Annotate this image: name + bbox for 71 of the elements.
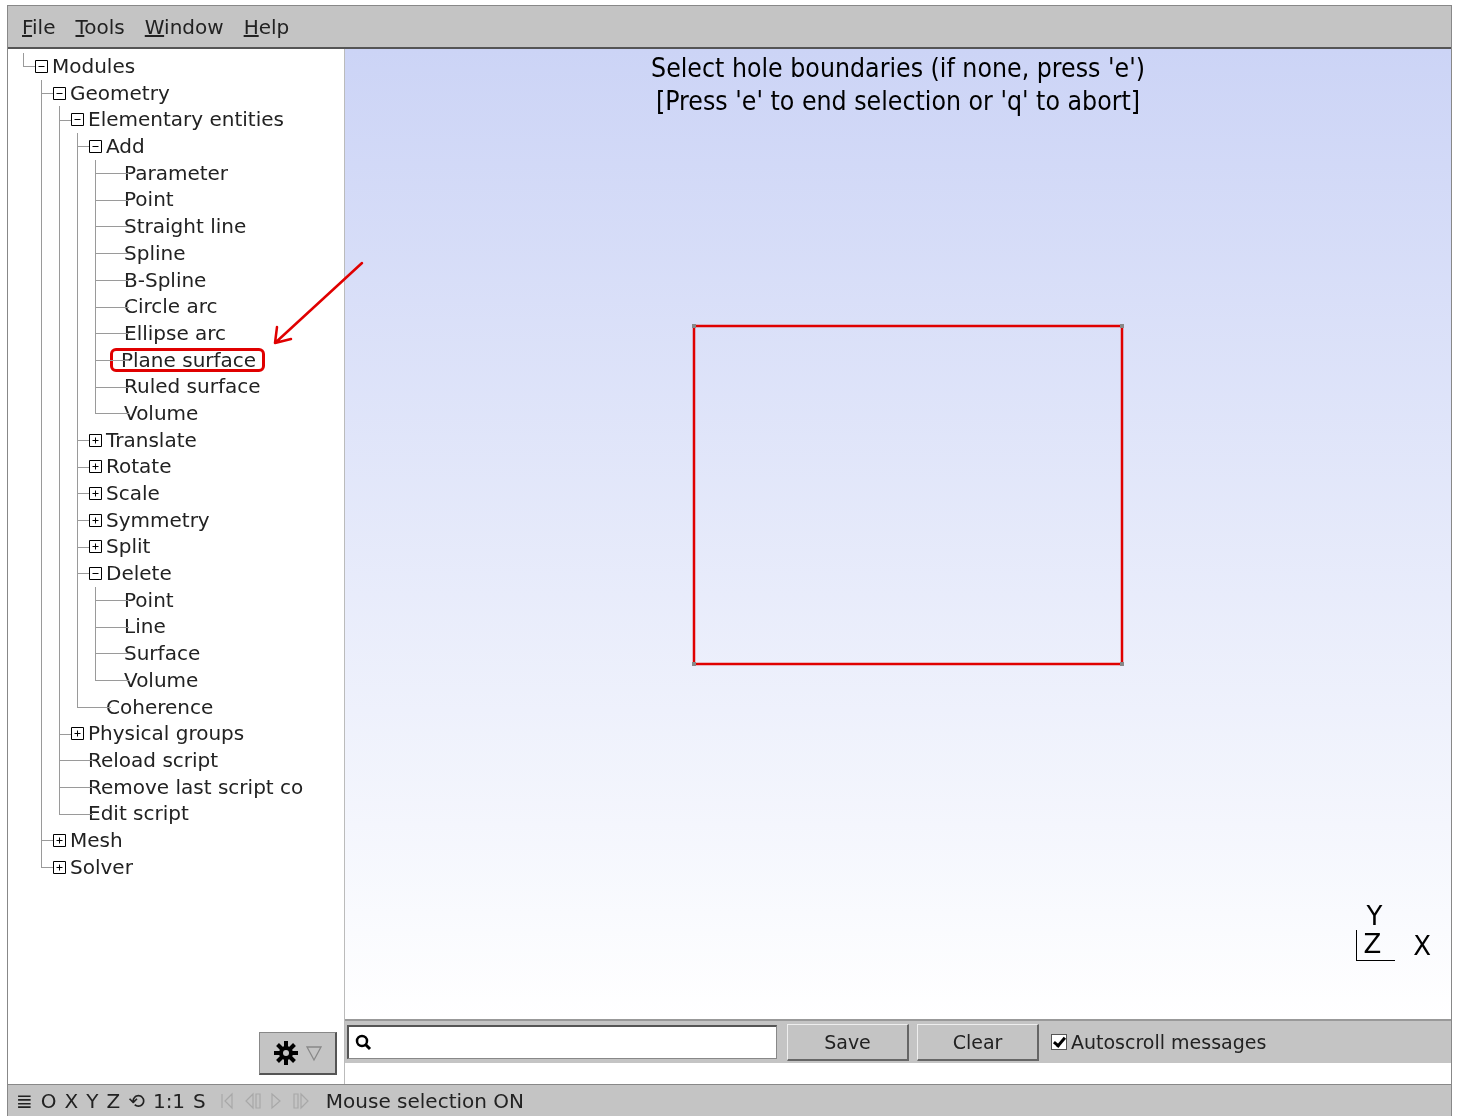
tree-item[interactable]: Volume bbox=[122, 666, 199, 694]
tree-item[interactable]: Translate bbox=[104, 426, 197, 454]
expand-icon[interactable] bbox=[89, 487, 102, 500]
tree-item[interactable]: Symmetry bbox=[104, 506, 210, 534]
checkbox-label[interactable]: Autoscroll messages bbox=[1071, 1031, 1267, 1053]
settings-button[interactable] bbox=[259, 1032, 337, 1075]
expand-icon[interactable] bbox=[89, 460, 102, 474]
tree-item[interactable]: Volume bbox=[122, 399, 199, 427]
tree-item[interactable]: Elementary entities bbox=[86, 106, 284, 134]
tree-item[interactable]: Edit script bbox=[86, 800, 189, 827]
toolbar-button[interactable]: S bbox=[189, 1089, 210, 1113]
expand-icon[interactable] bbox=[89, 513, 102, 527]
tree-item[interactable]: Mesh bbox=[68, 826, 123, 854]
expand-icon[interactable] bbox=[53, 833, 66, 847]
collapse-icon[interactable] bbox=[35, 60, 48, 73]
tree-item[interactable]: Point bbox=[122, 586, 174, 614]
status-message: Mouse selection ON bbox=[325, 1089, 524, 1113]
tree-item[interactable]: Straight line bbox=[122, 213, 247, 240]
toolbar-button[interactable]: Z bbox=[102, 1089, 125, 1113]
tree-item[interactable]: Solver bbox=[68, 853, 133, 881]
toolbar-button[interactable]: X bbox=[60, 1089, 83, 1113]
expand-icon[interactable] bbox=[53, 860, 66, 874]
tree-item[interactable]: Parameter bbox=[122, 159, 229, 187]
prompt-text: Select hole boundaries (if none, press 'e') bbox=[651, 51, 1145, 84]
menu-item[interactable]: Help bbox=[241, 14, 292, 39]
tree-item[interactable]: Circle arc bbox=[122, 293, 218, 320]
tree-item[interactable]: Modules bbox=[50, 53, 136, 80]
tree-item[interactable]: Line bbox=[122, 613, 166, 641]
prompt-text: [Press 'e' to end selection or 'q' to abort] bbox=[655, 84, 1141, 117]
axis-label: Z bbox=[1356, 930, 1396, 961]
expand-icon[interactable] bbox=[71, 727, 84, 741]
tree-item[interactable]: Surface bbox=[122, 640, 201, 667]
expand-icon[interactable] bbox=[89, 540, 102, 554]
toolbar-button[interactable]: 1:1 bbox=[148, 1089, 190, 1113]
search-icon bbox=[355, 1033, 373, 1052]
tree-item[interactable]: Add bbox=[104, 133, 145, 160]
collapse-icon[interactable] bbox=[71, 113, 84, 127]
tree-item[interactable]: Point bbox=[122, 186, 174, 214]
tree-item[interactable]: Ellipse arc bbox=[122, 319, 227, 347]
dropdown-icon bbox=[304, 1044, 323, 1062]
toolbar-button[interactable]: ≣ bbox=[12, 1089, 37, 1113]
tree-item[interactable]: Split bbox=[104, 533, 151, 561]
checkbox[interactable] bbox=[1051, 1034, 1067, 1050]
toolbar-button[interactable]: O bbox=[36, 1089, 61, 1113]
axis-label: Y bbox=[1365, 902, 1384, 930]
tree-item[interactable]: Spline bbox=[122, 239, 186, 267]
gear-icon bbox=[272, 1040, 299, 1066]
tree-item[interactable]: Physical groups bbox=[86, 720, 245, 747]
menu-item[interactable]: Tools bbox=[73, 14, 127, 39]
toolbar-button[interactable]: Y bbox=[82, 1089, 103, 1113]
tree-item[interactable]: Ruled surface bbox=[122, 373, 261, 400]
save-button[interactable]: Save bbox=[787, 1023, 909, 1061]
tree-item[interactable]: Reload script bbox=[86, 746, 219, 774]
expand-icon[interactable] bbox=[89, 433, 102, 447]
search-field[interactable] bbox=[347, 1025, 777, 1059]
tree-item[interactable]: Delete bbox=[104, 560, 172, 587]
collapse-icon[interactable] bbox=[89, 567, 102, 581]
tree-item[interactable]: Rotate bbox=[104, 453, 172, 480]
tree-item[interactable]: Remove last script co bbox=[86, 773, 304, 801]
toolbar-button[interactable]: ⟲ bbox=[124, 1089, 149, 1113]
tree-item[interactable]: B-Spline bbox=[122, 266, 207, 294]
collapse-icon[interactable] bbox=[53, 86, 66, 100]
tree-item[interactable]: Geometry bbox=[68, 79, 170, 107]
menu-item[interactable]: Window bbox=[142, 14, 226, 39]
collapse-icon[interactable] bbox=[89, 140, 102, 154]
menu-item[interactable]: File bbox=[20, 14, 58, 39]
tree-item[interactable]: Plane surface bbox=[110, 347, 266, 372]
axis-label: X bbox=[1413, 930, 1431, 961]
tree-item[interactable]: Coherence bbox=[104, 693, 214, 721]
tree-item[interactable]: Scale bbox=[104, 480, 160, 507]
clear-button[interactable]: Clear bbox=[917, 1023, 1039, 1061]
